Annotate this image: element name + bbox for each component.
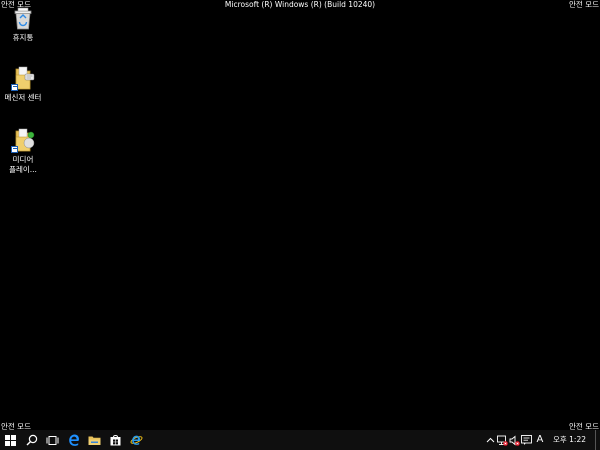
store-icon <box>110 435 121 446</box>
network-tray-button[interactable] <box>497 430 509 450</box>
search-icon <box>26 434 37 446</box>
volume-tray-button[interactable] <box>509 430 521 450</box>
internet-explorer-icon <box>130 435 143 445</box>
chevron-up-icon <box>487 437 495 443</box>
task-view-button[interactable] <box>42 430 63 450</box>
desktop-icon-recycle-bin[interactable]: 휴지통 <box>1 5 45 43</box>
tray-overflow-button[interactable] <box>485 430 497 450</box>
input-method-indicator[interactable]: A <box>533 430 547 450</box>
taskbar-clock[interactable]: 오후 1:22 <box>547 430 594 450</box>
task-view-icon <box>46 435 59 445</box>
messenger-folder-icon <box>10 65 36 91</box>
build-title: Microsoft (R) Windows (R) (Build 10240) <box>224 0 376 9</box>
file-explorer-button[interactable] <box>84 430 105 450</box>
desktop-icon-label: 미디어 플레이... <box>9 155 37 174</box>
action-center-button[interactable] <box>521 430 533 450</box>
file-explorer-icon <box>88 436 101 445</box>
desktop-icon-label: 메신저 센터 <box>4 93 42 102</box>
media-player-folder-icon <box>10 127 36 153</box>
desktop[interactable]: 안전 모드 안전 모드 Microsoft (R) Windows (R) (B… <box>0 0 600 431</box>
search-button[interactable] <box>21 430 42 450</box>
internet-explorer-button[interactable] <box>126 430 147 450</box>
action-center-icon <box>521 435 533 445</box>
shortcut-arrow-icon <box>11 146 18 153</box>
recycle-bin-icon <box>10 5 36 31</box>
taskbar: A 오후 1:22 <box>0 430 600 450</box>
show-desktop-button[interactable] <box>595 430 600 450</box>
start-button[interactable] <box>0 430 21 450</box>
edge-icon <box>68 434 79 446</box>
desktop-icon-label: 휴지통 <box>12 33 34 42</box>
edge-button[interactable] <box>63 430 84 450</box>
volume-muted-icon <box>510 435 521 446</box>
shortcut-arrow-icon <box>11 84 18 91</box>
desktop-icon-messenger-center[interactable]: 메신저 센터 <box>1 65 45 103</box>
network-disconnected-icon <box>497 435 509 446</box>
store-button[interactable] <box>105 430 126 450</box>
windows-start-icon <box>5 434 16 446</box>
desktop-icon-media-player[interactable]: 미디어 플레이... <box>1 127 45 175</box>
